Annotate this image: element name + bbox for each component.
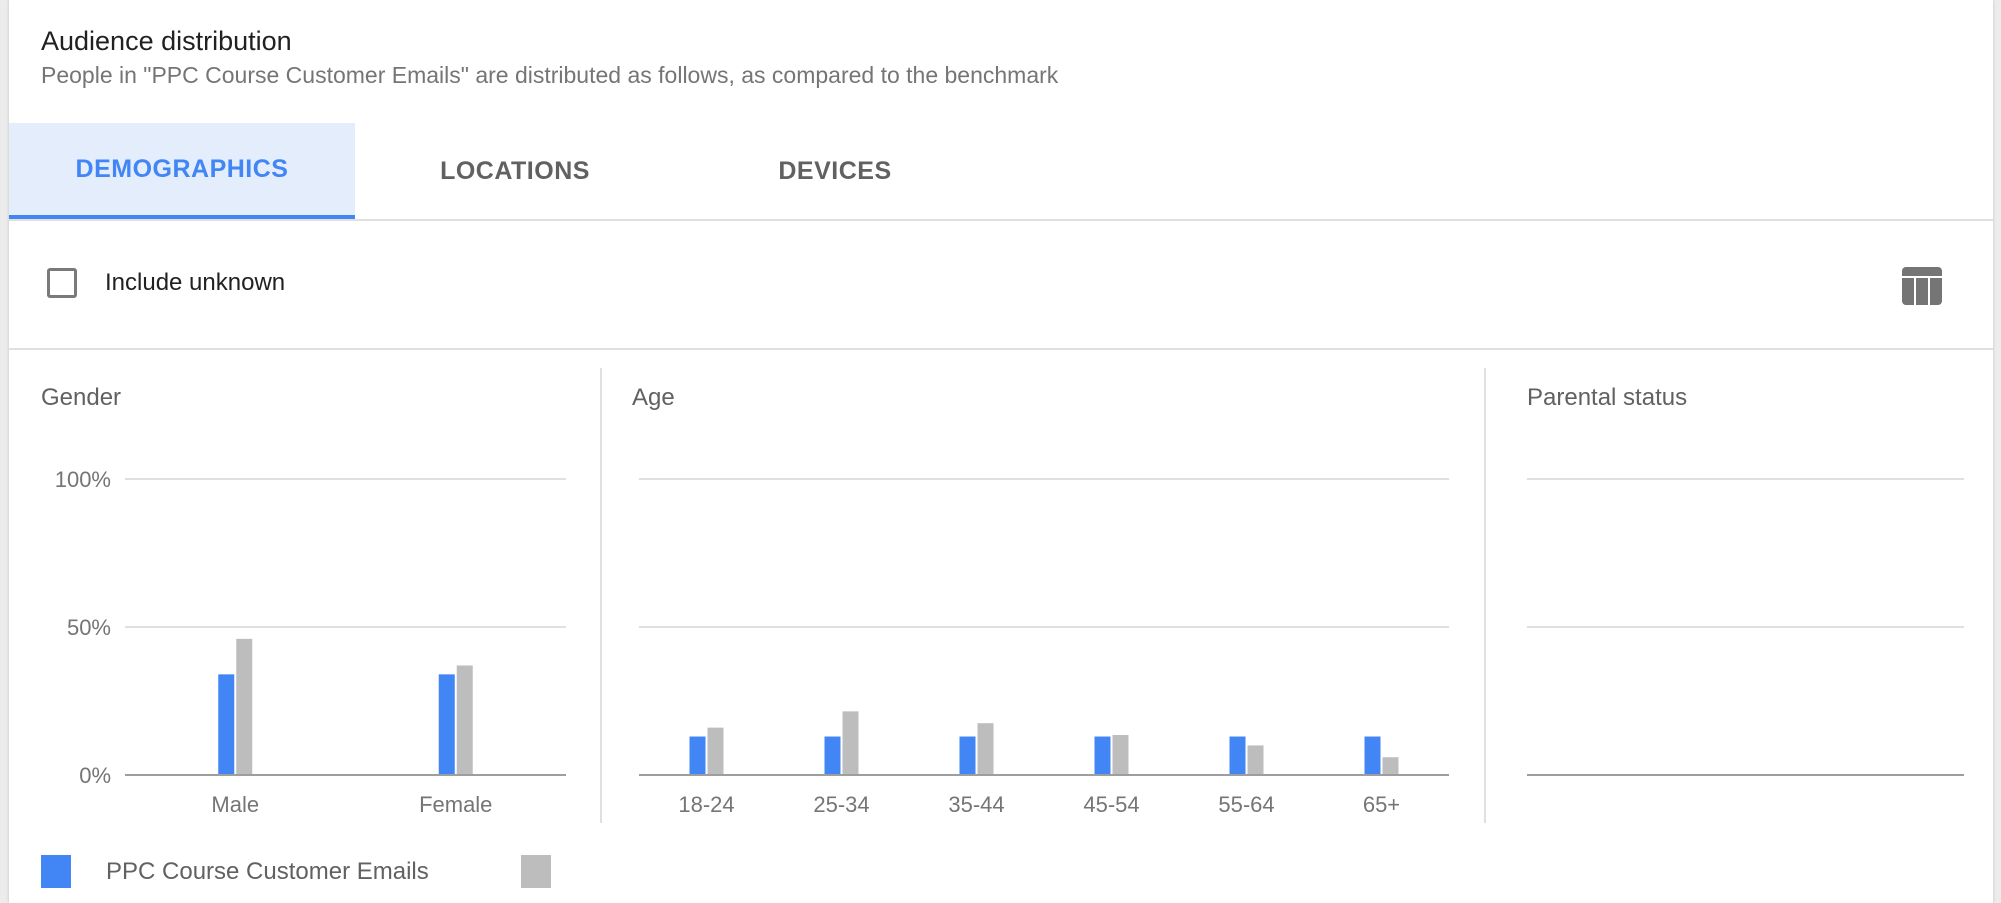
bar-benchmark-65-[interactable] [1382,757,1399,774]
y-tick-label: 50% [67,615,111,640]
include-unknown-label: Include unknown [105,269,286,296]
audience-distribution-card: Audience distribution People in "PPC Cou… [9,0,1993,903]
bar-audience-45-54[interactable] [1094,736,1111,774]
include-unknown-checkbox[interactable] [47,268,77,298]
tab-demographics[interactable]: DEMOGRAPHICS [9,123,355,219]
legend-swatch-audience [41,855,71,888]
bar-benchmark-45-54[interactable] [1112,735,1129,774]
tab-locations[interactable]: LOCATIONS [355,123,675,219]
parental-status-chart [1527,478,1964,776]
x-tick-label: 18-24 [678,792,734,817]
age-panel: Age 18-24 25-34 35-44 45-54 55-64 65+ [602,350,1484,825]
bar-benchmark-55-64[interactable] [1247,745,1264,774]
y-tick-label: 0% [79,763,111,788]
gender-chart: 0% 50% 100% Male Female [55,467,566,817]
bar-audience-55-64[interactable] [1229,736,1246,774]
bar-benchmark-35-44[interactable] [977,723,994,774]
x-tick-label: 55-64 [1218,792,1274,817]
legend-label-audience: PPC Course Customer Emails [106,858,429,885]
tab-devices[interactable]: DEVICES [675,123,995,219]
bar-audience-male[interactable] [218,674,235,774]
parental-status-panel: Parental status [1486,350,1993,825]
x-tick-label: Female [419,792,492,817]
bar-benchmark-female[interactable] [456,665,473,774]
bar-audience-18-24[interactable] [689,736,706,774]
table-columns-icon[interactable] [1902,267,1942,305]
gender-panel: Gender 0% 50% 100% Male Female [9,350,599,825]
y-tick-label: 100% [55,467,111,492]
card-title: Audience distribution [41,26,292,56]
bar-benchmark-male[interactable] [236,638,253,774]
bar-audience-female[interactable] [438,674,455,774]
chart-toolbar: Include unknown [9,221,1993,350]
bar-benchmark-18-24[interactable] [707,727,724,774]
bar-audience-65-[interactable] [1364,736,1381,774]
legend-swatch-benchmark [521,855,551,888]
card-subtitle: People in "PPC Course Customer Emails" a… [41,62,1059,88]
x-tick-label: 25-34 [813,792,869,817]
x-tick-label: 65+ [1363,792,1400,817]
age-chart: 18-24 25-34 35-44 45-54 55-64 65+ [639,478,1449,817]
tab-bar: DEMOGRAPHICS LOCATIONS DEVICES [9,123,1993,221]
x-tick-label: Male [211,792,259,817]
bar-benchmark-25-34[interactable] [842,711,859,774]
bar-audience-35-44[interactable] [959,736,976,774]
x-tick-label: 35-44 [948,792,1004,817]
x-tick-label: 45-54 [1083,792,1139,817]
bar-audience-25-34[interactable] [824,736,841,774]
